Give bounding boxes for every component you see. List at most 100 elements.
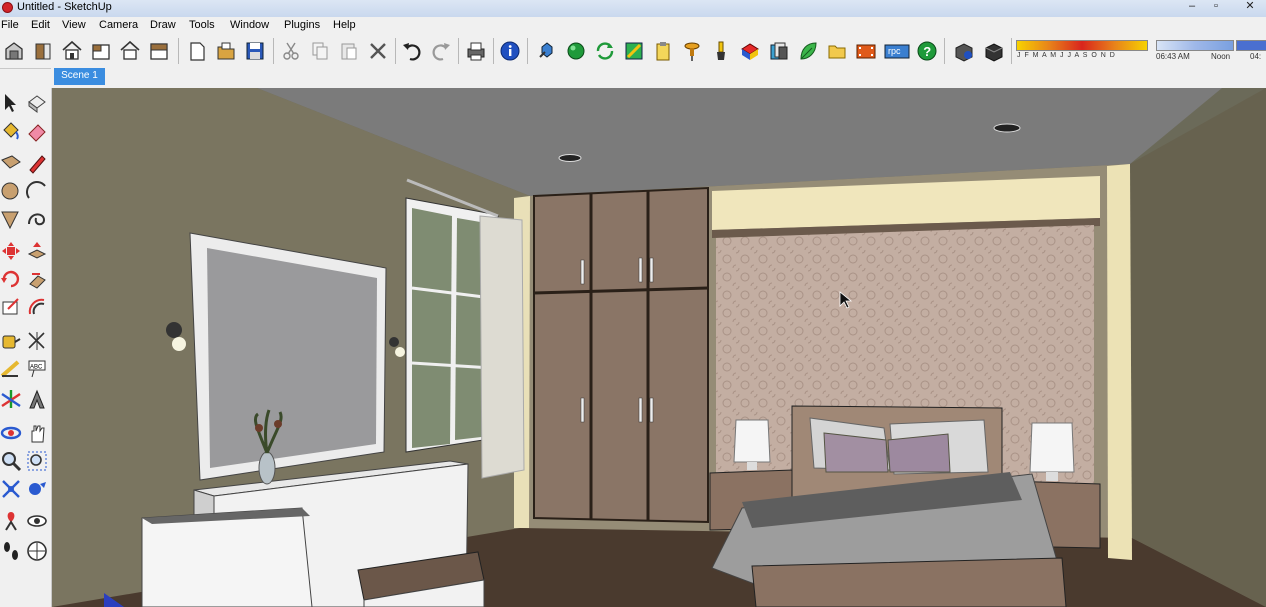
- bed-base: [751, 557, 1067, 607]
- wardrobe-handle: [638, 397, 643, 423]
- wall-lamp-bulb: [395, 347, 405, 357]
- circle-icon[interactable]: [0, 180, 22, 202]
- time-slider[interactable]: [1156, 40, 1234, 51]
- wardrobe-handle: [649, 397, 654, 423]
- bedroom-model: [52, 88, 1266, 607]
- toolbar-separator: [527, 38, 528, 64]
- menu-window[interactable]: Window: [230, 19, 269, 31]
- paste-icon[interactable]: [338, 39, 360, 63]
- cut-icon[interactable]: [280, 39, 302, 63]
- sketchup-app-icon[interactable]: [2, 2, 13, 13]
- wall-lamp: [389, 337, 399, 347]
- film-icon[interactable]: [855, 39, 877, 63]
- layers-icon[interactable]: [768, 39, 790, 63]
- previous-view-icon[interactable]: [26, 478, 48, 500]
- menu-draw[interactable]: Draw: [150, 19, 176, 31]
- window-title: Untitled - SketchUp: [17, 1, 112, 13]
- push-pin-icon[interactable]: [681, 39, 703, 63]
- undo-icon[interactable]: [401, 39, 423, 63]
- top-view-icon[interactable]: [61, 39, 83, 63]
- dimension-icon[interactable]: [26, 330, 48, 352]
- rectangle-icon[interactable]: [0, 152, 22, 174]
- eraser-icon[interactable]: [26, 120, 48, 142]
- menu-camera[interactable]: Camera: [99, 19, 138, 31]
- toolbar-separator: [493, 38, 494, 64]
- save-icon[interactable]: [244, 39, 266, 63]
- month-slider[interactable]: [1016, 40, 1148, 51]
- component-icon[interactable]: [536, 39, 558, 63]
- make-component-icon[interactable]: [26, 92, 48, 114]
- iso-view-icon[interactable]: [3, 39, 25, 63]
- redo-icon[interactable]: [430, 39, 452, 63]
- axes-icon[interactable]: [0, 388, 22, 410]
- title-bar: Untitled - SketchUp – ▫ ✕: [0, 0, 1266, 17]
- main-toolbar: rpc ? J F M A M J J A S O N D 06:43 AM N…: [0, 35, 1266, 69]
- copy-icon[interactable]: [309, 39, 331, 63]
- rpc-icon[interactable]: rpc: [884, 39, 910, 63]
- material-sphere-icon[interactable]: [565, 39, 587, 63]
- front-view-icon[interactable]: [90, 39, 112, 63]
- select-icon[interactable]: [0, 92, 22, 114]
- rotate-icon[interactable]: [0, 268, 22, 290]
- scene-tab-1[interactable]: Scene 1: [54, 68, 105, 85]
- minimize-button[interactable]: –: [1180, 0, 1204, 14]
- move-icon[interactable]: [0, 240, 22, 262]
- push-pull-icon[interactable]: [26, 240, 48, 262]
- zoom-icon[interactable]: [0, 450, 22, 472]
- close-button[interactable]: ✕: [1238, 0, 1262, 14]
- walk-icon[interactable]: [0, 540, 22, 562]
- pan-icon[interactable]: [26, 422, 48, 444]
- brush-icon[interactable]: [710, 39, 732, 63]
- model-info-icon[interactable]: [499, 39, 521, 63]
- sunset-time: 04:: [1250, 52, 1262, 61]
- paint-bucket-icon[interactable]: [0, 120, 22, 142]
- style-icon[interactable]: [623, 39, 645, 63]
- time-slider-end[interactable]: [1236, 40, 1266, 51]
- table-lamp-left: [733, 419, 771, 463]
- clipboard-icon[interactable]: [652, 39, 674, 63]
- print-icon[interactable]: [465, 39, 487, 63]
- wardrobe-handle: [580, 259, 585, 285]
- bed-cushion: [887, 433, 951, 473]
- right-view-icon[interactable]: [32, 39, 54, 63]
- offset-icon[interactable]: [26, 296, 48, 318]
- polygon-icon[interactable]: [0, 208, 22, 230]
- menu-edit[interactable]: Edit: [31, 19, 50, 31]
- shadow-info-icon[interactable]: [953, 39, 975, 63]
- folder-icon[interactable]: [826, 39, 848, 63]
- leaf-icon[interactable]: [797, 39, 819, 63]
- menu-help[interactable]: Help: [333, 19, 356, 31]
- section-plane-icon[interactable]: [26, 540, 48, 562]
- refresh-icon[interactable]: [594, 39, 616, 63]
- menu-plugins[interactable]: Plugins: [284, 19, 320, 31]
- back-view-icon[interactable]: [119, 39, 141, 63]
- protractor-icon[interactable]: [0, 358, 22, 380]
- left-view-icon[interactable]: [148, 39, 170, 63]
- 3d-text-icon[interactable]: [26, 388, 48, 410]
- scale-icon[interactable]: [0, 296, 22, 318]
- new-file-icon[interactable]: [186, 39, 208, 63]
- look-around-icon[interactable]: [26, 510, 48, 532]
- open-file-icon[interactable]: [215, 39, 237, 63]
- orbit-icon[interactable]: [0, 422, 22, 444]
- table-lamp-right-base: [1046, 472, 1058, 481]
- follow-me-icon[interactable]: [26, 268, 48, 290]
- arc-icon[interactable]: [26, 180, 48, 202]
- menu-file[interactable]: File: [1, 19, 19, 31]
- pencil-icon[interactable]: [26, 152, 48, 174]
- help-icon[interactable]: ?: [916, 39, 938, 63]
- erase-icon[interactable]: [367, 39, 389, 63]
- menu-tools[interactable]: Tools: [189, 19, 215, 31]
- tape-measure-icon[interactable]: [0, 330, 22, 352]
- position-camera-icon[interactable]: [0, 510, 22, 532]
- box-icon[interactable]: [983, 39, 1005, 63]
- restore-button[interactable]: ▫: [1204, 0, 1228, 14]
- freehand-icon[interactable]: [26, 208, 48, 230]
- zoom-extents-icon[interactable]: [0, 478, 22, 500]
- text-icon[interactable]: ABC: [26, 358, 48, 380]
- zoom-window-icon[interactable]: [26, 450, 48, 472]
- month-labels: J F M A M J J A S O N D: [1017, 52, 1116, 59]
- paint-book-icon[interactable]: [739, 39, 761, 63]
- 3d-viewport[interactable]: [52, 88, 1266, 607]
- menu-view[interactable]: View: [62, 19, 86, 31]
